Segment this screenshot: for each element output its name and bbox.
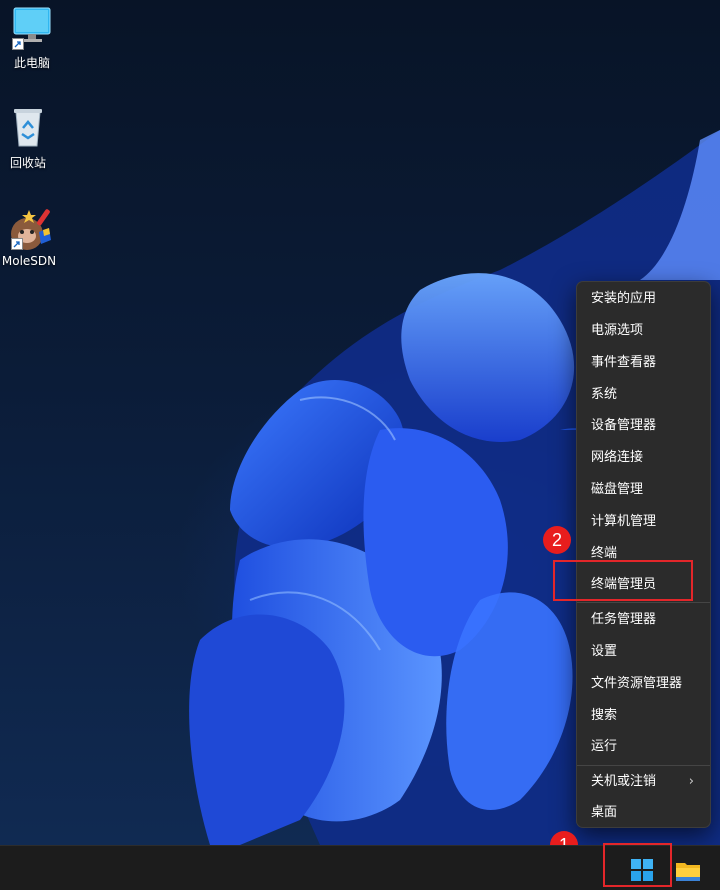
menu-item-label: 终端管理员 <box>591 577 657 592</box>
menu-item-label: 运行 <box>591 739 618 754</box>
menu-item-task-manager[interactable]: 任务管理器 <box>581 606 706 634</box>
desktop-icon-this-pc[interactable]: 此电脑 <box>0 6 64 71</box>
start-button[interactable] <box>622 855 662 885</box>
menu-item-label: 设置 <box>591 644 618 659</box>
file-explorer-button[interactable] <box>674 855 702 885</box>
menu-item-disk-management[interactable]: 磁盘管理 <box>581 476 706 504</box>
recycle-bin-icon <box>6 106 50 150</box>
file-explorer-icon <box>676 863 700 881</box>
shortcut-arrow-icon <box>12 38 24 50</box>
menu-item-label: 网络连接 <box>591 450 644 465</box>
menu-item-label: 搜索 <box>591 708 618 723</box>
menu-item-label: 桌面 <box>591 805 618 820</box>
menu-item-label: 设备管理器 <box>591 418 657 433</box>
menu-item-label: 安装的应用 <box>591 291 657 306</box>
menu-item-run[interactable]: 运行 <box>581 733 706 761</box>
menu-item-label: 电源选项 <box>591 323 644 338</box>
computer-icon <box>10 6 54 50</box>
windows-start-icon <box>631 859 653 881</box>
desktop-icon-label: MoleSDN <box>1 254 57 268</box>
menu-separator <box>577 602 710 603</box>
menu-separator <box>577 765 710 766</box>
menu-item-network-connections[interactable]: 网络连接 <box>581 444 706 472</box>
menu-item-terminal[interactable]: 终端 <box>581 540 706 568</box>
menu-item-shutdown-signout[interactable]: 关机或注销 › <box>581 768 706 796</box>
step-2-badge: 2 <box>543 526 571 554</box>
chevron-right-icon: › <box>688 774 694 789</box>
menu-item-label: 事件查看器 <box>591 355 657 370</box>
menu-item-power-options[interactable]: 电源选项 <box>581 317 706 345</box>
menu-item-search[interactable]: 搜索 <box>581 702 706 730</box>
taskbar <box>0 845 720 890</box>
menu-item-desktop[interactable]: 桌面 <box>581 799 706 827</box>
menu-item-terminal-admin[interactable]: 终端管理员 <box>581 571 706 599</box>
menu-item-label: 系统 <box>591 387 618 402</box>
desktop-icon-label: 回收站 <box>9 156 46 170</box>
shortcut-arrow-icon <box>11 238 23 250</box>
menu-item-label: 文件资源管理器 <box>591 676 683 691</box>
start-context-menu: 安装的应用 电源选项 事件查看器 系统 设备管理器 网络连接 磁盘管理 计算机管… <box>576 281 711 828</box>
menu-item-event-viewer[interactable]: 事件查看器 <box>581 349 706 377</box>
menu-item-installed-apps[interactable]: 安装的应用 <box>581 285 706 313</box>
menu-item-label: 磁盘管理 <box>591 482 644 497</box>
menu-item-device-manager[interactable]: 设备管理器 <box>581 412 706 440</box>
menu-item-label: 终端 <box>591 546 618 561</box>
menu-item-settings[interactable]: 设置 <box>581 638 706 666</box>
menu-item-label: 关机或注销 <box>591 774 657 789</box>
menu-item-system[interactable]: 系统 <box>581 381 706 409</box>
desktop-icon-label: 此电脑 <box>13 56 50 70</box>
menu-item-label: 计算机管理 <box>591 514 657 529</box>
menu-item-file-explorer[interactable]: 文件资源管理器 <box>581 670 706 698</box>
molesdn-app-icon <box>7 206 51 250</box>
menu-item-computer-management[interactable]: 计算机管理 <box>581 508 706 536</box>
desktop-icon-recycle-bin[interactable]: 回收站 <box>0 106 60 171</box>
desktop-icon-molesdn[interactable]: MoleSDN <box>0 206 61 268</box>
menu-item-label: 任务管理器 <box>591 612 657 627</box>
desktop: 此电脑 回收站 MoleSDN 安装的应用 电源选项 事件查看器 系统 设备管理… <box>0 0 720 845</box>
